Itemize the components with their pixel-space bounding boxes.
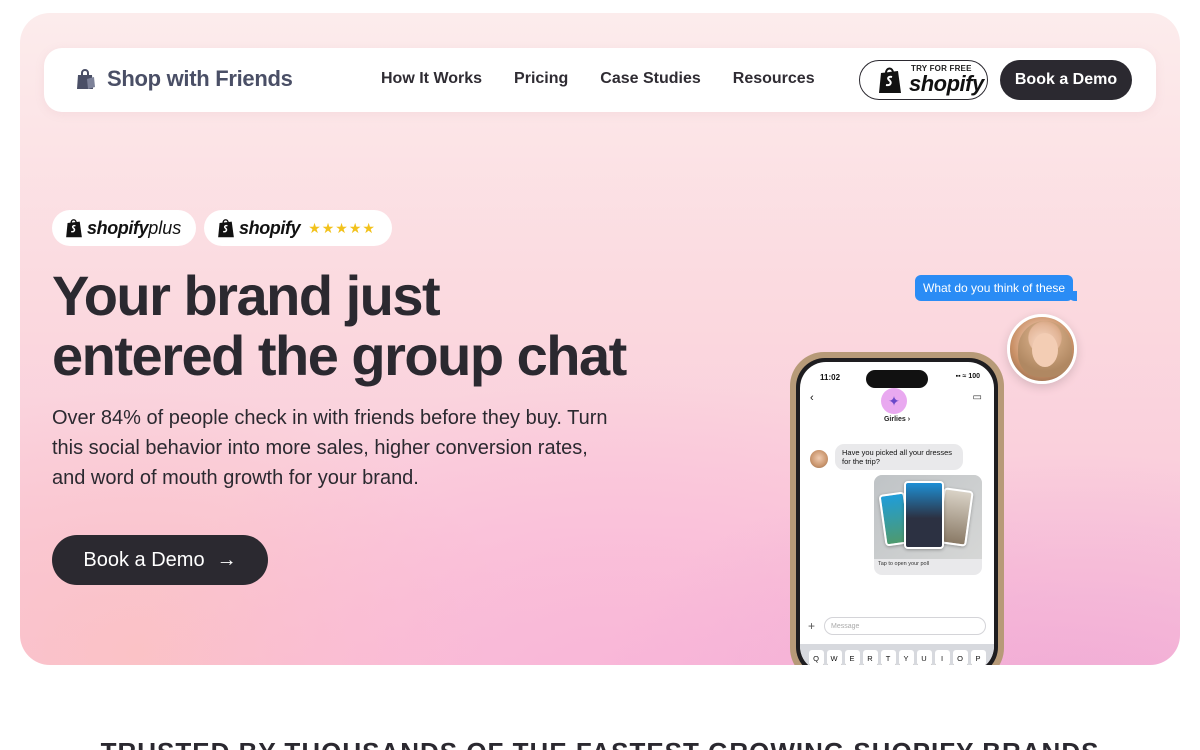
dynamic-island — [866, 370, 928, 388]
keyboard-key: Q — [808, 650, 824, 665]
keyboard-key: U — [916, 650, 932, 665]
plus-icon: + — [808, 619, 816, 633]
nav-link-pricing[interactable]: Pricing — [514, 70, 568, 88]
group-chat-name: Girlies › — [883, 416, 911, 423]
phone-time: 11:02 — [820, 373, 841, 382]
headline-line-1: Your brand just — [52, 264, 441, 327]
shopify-rating-word: shopify — [239, 217, 301, 238]
keyboard-key: R — [862, 650, 878, 665]
keyboard-key: P — [970, 650, 986, 665]
phone-status-icons: ▪▪ ≈ 100 — [955, 373, 980, 380]
butterfly-icon: ✦ — [881, 388, 907, 414]
keyboard-key: I — [934, 650, 950, 665]
media-caption: Tap to open your poll — [878, 561, 930, 567]
shopify-bag-icon — [66, 219, 82, 238]
nav-link-how-it-works[interactable]: How It Works — [381, 70, 482, 88]
book-demo-nav-button[interactable]: Book a Demo — [1000, 60, 1132, 100]
nav-link-resources[interactable]: Resources — [733, 70, 815, 88]
keyboard-key: T — [880, 650, 896, 665]
five-star-rating-icon: ★★★★★ — [308, 219, 376, 236]
shopify-bag-icon — [879, 67, 901, 93]
trusted-by-heading: TRUSTED BY THOUSANDS OF THE FASTEST GROW… — [0, 737, 1200, 750]
arrow-right-icon: → — [216, 548, 237, 571]
message-input: Message — [824, 617, 986, 635]
phone-screen: 11:02 ▪▪ ≈ 100 ‹ ▭ ✦ Girlies › Have you … — [800, 362, 994, 665]
hero-headline: Your brand just entered the group chat — [52, 266, 672, 386]
book-demo-hero-button[interactable]: Book a Demo → — [52, 535, 268, 585]
dress-photos — [874, 475, 982, 559]
nav-links: How It Works Pricing Case Studies Resour… — [381, 70, 815, 88]
headline-line-2: entered the group chat — [52, 324, 627, 387]
shopify-plus-suffix: plus — [148, 217, 182, 238]
message-input-bar: + Message — [808, 616, 986, 636]
avatar-face — [1032, 333, 1058, 367]
shopify-bag-icon — [218, 219, 234, 238]
keyboard-key: E — [844, 650, 860, 665]
hero-subtext: Over 84% of people check in with friends… — [52, 407, 608, 489]
top-nav: Shop with Friends How It Works Pricing C… — [44, 48, 1156, 112]
nav-link-case-studies[interactable]: Case Studies — [600, 70, 700, 88]
keyboard-key: W — [826, 650, 842, 665]
friend-avatar — [1007, 314, 1077, 384]
shopify-plus-badge: shopify plus — [52, 210, 196, 246]
floating-chat-bubble: What do you think of these — [915, 275, 1078, 301]
dress-photo — [904, 481, 944, 549]
phone-mockup: 11:02 ▪▪ ≈ 100 ‹ ▭ ✦ Girlies › Have you … — [790, 352, 1004, 665]
keyboard-row: Q W E R T Y U I O P — [804, 650, 990, 665]
keyboard-key: Y — [898, 650, 914, 665]
video-camera-icon: ▭ — [972, 392, 982, 403]
sender-avatar — [810, 450, 828, 468]
chevron-left-icon: ‹ — [810, 392, 814, 404]
brand-logo[interactable]: Shop with Friends — [73, 66, 293, 92]
hero-section: Shop with Friends How It Works Pricing C… — [20, 13, 1180, 665]
phone-keyboard: Q W E R T Y U I O P — [800, 644, 994, 665]
shopping-bag-icon — [77, 69, 95, 89]
incoming-message: Have you picked all your dresses for the… — [835, 444, 963, 470]
brand-name: Shop with Friends — [107, 66, 293, 91]
shopify-rating-badge: shopify ★★★★★ — [204, 210, 392, 246]
keyboard-key: O — [952, 650, 968, 665]
shopify-wordmark: shopify — [909, 71, 984, 96]
poll-media-card: Tap to open your poll — [874, 475, 982, 575]
shopify-try-free-button[interactable]: TRY FOR FREE shopify — [859, 60, 988, 100]
shopify-plus-word: shopify — [87, 217, 149, 238]
cta-label: Book a Demo — [83, 548, 205, 571]
